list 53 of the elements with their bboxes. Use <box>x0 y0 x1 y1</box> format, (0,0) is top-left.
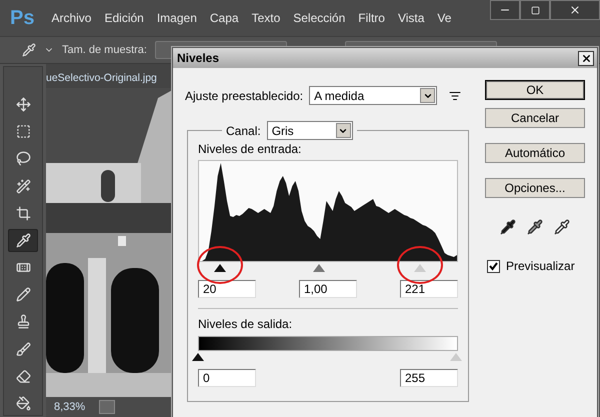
close-icon <box>580 52 592 64</box>
eyedropper-icon[interactable] <box>554 219 570 235</box>
maximize-icon <box>530 6 540 14</box>
channel-label: Canal: <box>226 124 261 138</box>
eyedropper-icon <box>16 232 30 248</box>
menu-item[interactable]: Vista <box>398 11 424 25</box>
crop-icon <box>16 206 30 221</box>
slider-handle[interactable] <box>214 264 226 272</box>
eyedropper-icon[interactable] <box>22 43 36 57</box>
move-icon <box>16 97 30 112</box>
channel-dropdown[interactable]: Gris <box>266 121 353 140</box>
preset-label: Ajuste preestablecido: <box>185 88 304 102</box>
zoom-level: 8,33% <box>54 401 86 413</box>
slider-handle[interactable] <box>313 264 326 272</box>
bucket-icon <box>16 396 30 411</box>
preview-checkbox[interactable] <box>487 260 500 272</box>
eraser-icon <box>16 368 30 384</box>
menu-item[interactable]: Filtro <box>358 11 385 25</box>
slider-handle[interactable] <box>192 353 204 361</box>
app-logo: Ps <box>10 6 34 30</box>
menu-item[interactable]: Edición <box>104 11 144 25</box>
output-level-field[interactable]: 0 <box>198 369 256 387</box>
maximize-button[interactable] <box>520 0 550 20</box>
menu-item[interactable]: Archivo <box>51 11 92 25</box>
status-icon[interactable] <box>99 400 116 414</box>
dialog-button[interactable]: OK <box>485 80 585 100</box>
menu-item[interactable]: Texto <box>252 11 280 25</box>
menu-item[interactable]: Selección <box>293 11 346 25</box>
sample-size-label: Tam. de muestra: <box>62 44 147 56</box>
input-level-field[interactable]: 20 <box>198 280 256 298</box>
stamp-icon <box>16 314 30 330</box>
menu-item[interactable]: Imagen <box>156 11 197 25</box>
tool-button[interactable] <box>8 228 38 252</box>
dialog-button[interactable]: Cancelar <box>485 108 585 128</box>
dialog-button[interactable]: Automático <box>485 143 585 163</box>
menu-item[interactable]: Ve <box>437 11 452 25</box>
dialog-title: Niveles <box>177 51 220 65</box>
eyedropper-icon[interactable] <box>526 219 543 235</box>
marquee-icon <box>16 124 30 140</box>
close-button[interactable] <box>578 50 594 66</box>
menu-item[interactable]: Capa <box>210 11 239 25</box>
eyedropper-icon[interactable] <box>500 219 516 235</box>
lasso-icon <box>16 151 30 166</box>
dialog-button[interactable]: Opciones... <box>485 178 585 198</box>
preview-label: Previsualizar <box>506 259 575 273</box>
input-level-field[interactable]: 1,00 <box>299 280 357 298</box>
input-level-field[interactable]: 221 <box>400 280 458 298</box>
input-levels-label: Niveles de entrada: <box>198 142 302 156</box>
menu-icon[interactable] <box>449 90 462 102</box>
preset-dropdown[interactable]: A medida <box>309 86 438 105</box>
close-icon <box>569 4 581 16</box>
output-levels-label: Niveles de salida: <box>198 317 292 331</box>
output-level-field[interactable]: 255 <box>400 369 458 387</box>
